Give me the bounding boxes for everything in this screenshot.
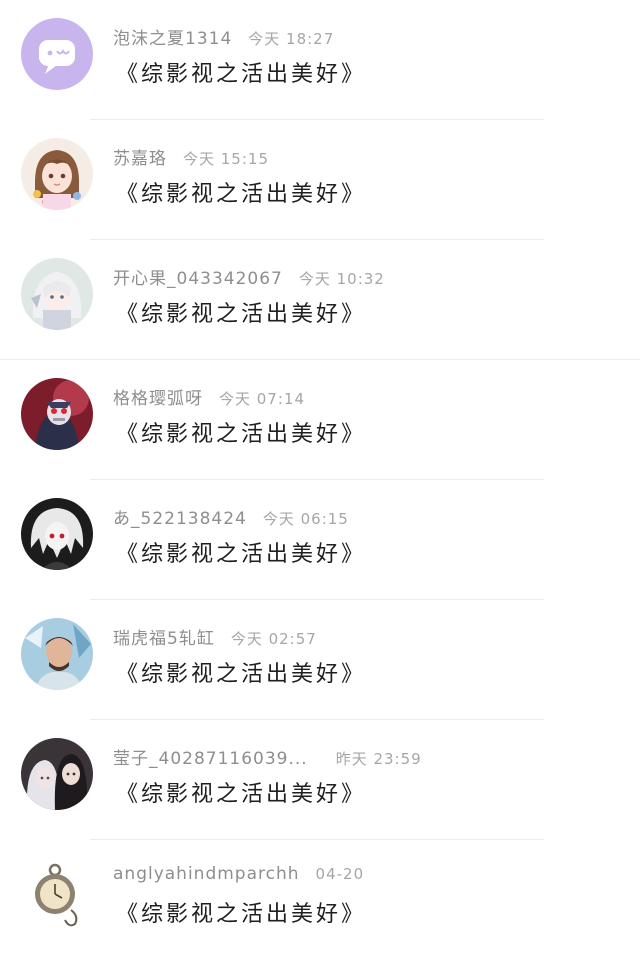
message-text: 《综影视之活出美好》 — [116, 182, 367, 207]
message-row[interactable]: 瑞虎福5轧缸 今天 02:57 《综影视之活出美好》 — [0, 600, 640, 720]
avatar[interactable] — [21, 378, 93, 450]
message-time: 04-20 — [315, 865, 365, 883]
avatar[interactable] — [21, 18, 93, 90]
message-row[interactable]: 莹子_40287116039... 昨天 23:59 《综影视之活出美好》 — [0, 720, 640, 840]
chat-bubble-icon — [21, 18, 93, 90]
message-meta: あ_522138424 今天 06:15 — [113, 504, 349, 530]
message-row[interactable]: あ_522138424 今天 06:15 《综影视之活出美好》 — [0, 480, 640, 600]
message-text: 《综影视之活出美好》 — [116, 422, 367, 447]
sender-name[interactable]: あ_522138424 — [113, 509, 247, 529]
message-text: 《综影视之活出美好》 — [116, 302, 367, 327]
message-meta: 瑞虎福5轧缸 今天 02:57 — [113, 624, 317, 650]
sender-name[interactable]: 苏嘉珞 — [113, 149, 167, 169]
two-girls-avatar — [21, 738, 93, 810]
avatar[interactable] — [21, 618, 93, 690]
message-row[interactable]: anglyahindmparchh 04-20 《综影视之活出美好》 — [0, 840, 640, 960]
sender-name[interactable]: 格格璎弧呀 — [113, 389, 203, 409]
message-meta: 开心果_043342067 今天 10:32 — [113, 264, 385, 290]
sender-name[interactable]: 莹子_40287116039... — [113, 749, 308, 769]
avatar[interactable] — [21, 498, 93, 570]
message-meta: 格格璎弧呀 今天 07:14 — [113, 384, 305, 410]
monochrome-anime-avatar — [21, 498, 93, 570]
message-text: 《综影视之活出美好》 — [116, 542, 367, 567]
man-portrait-avatar — [21, 618, 93, 690]
sender-name[interactable]: 瑞虎福5轧缸 — [113, 629, 215, 649]
white-hair-anime-avatar — [21, 258, 93, 330]
message-time: 今天 07:14 — [219, 390, 305, 408]
message-time: 今天 02:57 — [230, 630, 317, 648]
avatar[interactable] — [21, 738, 93, 810]
avatar[interactable] — [21, 138, 93, 210]
pocket-watch-avatar — [21, 858, 93, 930]
message-meta: anglyahindmparchh 04-20 — [113, 864, 364, 890]
message-row[interactable]: 开心果_043342067 今天 10:32 《综影视之活出美好》 — [0, 240, 640, 360]
anime-girl-avatar — [21, 138, 93, 210]
masked-figure-avatar — [21, 378, 93, 450]
avatar[interactable] — [21, 258, 93, 330]
avatar[interactable] — [21, 858, 93, 930]
sender-name[interactable]: 泡沫之夏1314 — [113, 29, 232, 49]
message-meta: 莹子_40287116039... 昨天 23:59 — [113, 744, 422, 770]
message-time: 今天 18:27 — [248, 30, 335, 48]
message-time: 今天 10:32 — [298, 270, 385, 288]
message-row[interactable]: 苏嘉珞 今天 15:15 《综影视之活出美好》 — [0, 120, 640, 240]
message-text: 《综影视之活出美好》 — [116, 782, 367, 807]
message-time: 今天 15:15 — [183, 150, 269, 168]
message-text: 《综影视之活出美好》 — [116, 662, 367, 687]
message-time: 昨天 23:59 — [335, 750, 422, 768]
message-row[interactable]: 泡沫之夏1314 今天 18:27 《综影视之活出美好》 — [0, 0, 640, 120]
message-meta: 苏嘉珞 今天 15:15 — [113, 144, 269, 170]
message-time: 今天 06:15 — [262, 510, 349, 528]
message-meta: 泡沫之夏1314 今天 18:27 — [113, 24, 334, 50]
sender-name[interactable]: anglyahindmparchh — [113, 864, 300, 884]
sender-name[interactable]: 开心果_043342067 — [113, 269, 283, 289]
message-text: 《综影视之活出美好》 — [116, 62, 367, 87]
message-text: 《综影视之活出美好》 — [116, 902, 367, 927]
message-list: 泡沫之夏1314 今天 18:27 《综影视之活出美好》 苏嘉珞 今天 15:15 — [0, 0, 640, 952]
message-row[interactable]: 格格璎弧呀 今天 07:14 《综影视之活出美好》 — [0, 360, 640, 480]
